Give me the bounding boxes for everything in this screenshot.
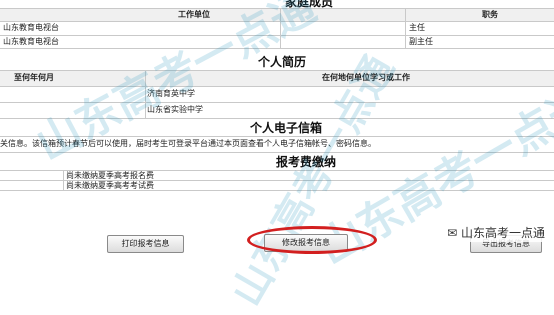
family-section-title: 家庭成员 — [285, 0, 334, 9]
family-work-cell: 山东教育电视台 — [3, 23, 59, 32]
print-info-button[interactable]: 打印报考信息 — [107, 235, 184, 253]
divider — [0, 102, 554, 103]
resume-place-cell: 济南育英中学 — [147, 89, 195, 98]
application-info-page: 家庭成员 工作单位 职务 山东教育电视台 主任 山东教育电视台 副主任 个人简历… — [0, 0, 554, 314]
divider — [0, 118, 554, 119]
divider — [405, 9, 406, 48]
fees-section-title: 报考费缴纳 — [276, 155, 337, 169]
divider — [0, 35, 554, 36]
resume-place-cell: 山东省实验中学 — [147, 105, 203, 114]
divider — [63, 170, 64, 190]
divider — [145, 71, 146, 118]
email-section-title: 个人电子信箱 — [250, 121, 323, 135]
divider — [280, 9, 281, 48]
resume-section-title: 个人简历 — [258, 55, 307, 69]
divider — [0, 190, 554, 191]
column-header-work: 工作单位 — [178, 10, 210, 19]
divider — [0, 136, 554, 137]
column-header-period: 至何年何月 — [14, 73, 54, 82]
divider — [0, 21, 554, 22]
divider — [0, 152, 554, 153]
family-work-cell: 山东教育电视台 — [3, 37, 59, 46]
divider — [0, 48, 554, 49]
column-header-position: 职务 — [482, 10, 498, 19]
brand-label: 山东高考一点通 — [460, 226, 545, 240]
email-notice-text: 关信息。该信箱预计春节后可以使用，届时考生可登录平台通过本页面查看个人电子信箱帐… — [0, 139, 376, 148]
divider — [0, 86, 554, 87]
family-header-row — [0, 9, 554, 21]
resume-header-row — [0, 71, 554, 86]
family-position-cell: 副主任 — [409, 37, 433, 46]
wechat-icon: ✉ — [447, 226, 458, 240]
brand-watermark: ✉ 山东高考一点通 — [444, 224, 548, 242]
fee-status-item: 尚未缴纳夏季高考报名费 — [66, 171, 154, 180]
family-position-cell: 主任 — [409, 23, 425, 32]
column-header-place: 在何地何单位学习或工作 — [322, 73, 410, 82]
fee-status-item: 尚未缴纳夏季高考考试费 — [66, 181, 154, 190]
highlight-oval — [247, 226, 377, 254]
